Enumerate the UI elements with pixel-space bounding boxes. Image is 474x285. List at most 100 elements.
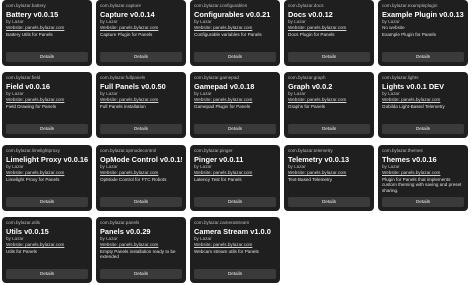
plugin-title: Telemetry v0.0.13 — [288, 154, 350, 164]
details-button[interactable]: Details — [194, 268, 276, 279]
plugin-title: Themes v0.0.16 — [382, 154, 437, 164]
plugin-website-link[interactable]: Website: panels.bylazar.com — [6, 97, 88, 103]
details-button[interactable]: Details — [6, 196, 88, 207]
plugin-card: com.bylazar.limelightproxy Limelight Prox… — [2, 144, 92, 211]
plugin-website-link[interactable]: Website: panels.bylazar.com — [382, 97, 464, 103]
plugin-description: Field Drawing for Panels — [6, 104, 57, 110]
plugin-package: com.bylazar.exampleplugin — [382, 3, 438, 8]
plugin-description: Graphs for Panels — [288, 104, 326, 110]
plugin-website-link[interactable]: Website: panels.bylazar.com — [382, 170, 464, 176]
details-button[interactable]: Details — [194, 124, 276, 135]
plugin-package: com.bylazar.capture — [100, 3, 142, 8]
plugin-website-link[interactable]: Website: panels.bylazar.com — [288, 170, 370, 176]
plugin-package: com.bylazar.gamepad — [194, 75, 239, 81]
plugin-title: Panels v0.0.29 — [100, 226, 151, 236]
details-button[interactable]: Details — [100, 52, 182, 62]
plugin-package: com.bylazar.graph — [288, 75, 326, 81]
plugin-website-link[interactable]: Website: panels.bylazar.com — [194, 25, 276, 31]
plugin-description: Plugin for Panels that implements custom… — [382, 176, 462, 193]
plugin-website-link[interactable]: Website: panels.bylazar.com — [100, 170, 182, 176]
plugin-package: com.bylazar.docs — [288, 3, 324, 8]
plugin-website-link[interactable]: Website: panels.bylazar.com — [194, 97, 276, 103]
details-button[interactable]: Details — [288, 124, 370, 135]
plugin-package: com.bylazar.camerastream — [194, 219, 250, 225]
plugin-website-link[interactable]: Website: panels.bylazar.com — [6, 170, 88, 176]
plugin-card: com.bylazar.fullpanels Full Panels v0.0.5… — [96, 72, 186, 139]
plugin-description: Gamepad Plugin for Panels — [194, 104, 251, 110]
details-button[interactable]: Details — [6, 268, 88, 279]
details-button[interactable]: Details — [382, 52, 464, 62]
plugin-grid: com.bylazar.battery Battery v0.0.15 by Laz… — [0, 0, 474, 285]
details-button[interactable]: Details — [6, 124, 88, 135]
plugin-package: com.bylazar.limelightproxy — [6, 147, 60, 153]
plugin-card: com.bylazar.gamepad Gamepad v0.0.18 by Laz… — [190, 72, 280, 139]
plugin-website-link[interactable]: Website: panels.bylazar.com — [100, 242, 182, 248]
plugin-description: Webcam stream utils for Panels — [194, 248, 259, 254]
details-button[interactable]: Details — [194, 52, 276, 62]
plugin-card: com.bylazar.panels Panels v0.0.29 by Lazar… — [96, 216, 186, 283]
plugin-description: Text-Based Telemetry — [288, 176, 333, 182]
plugin-card: com.bylazar.camerastream Camera Stream v1… — [190, 216, 280, 283]
plugin-card: com.bylazar.graph Graph v0.0.2 by Lazar Web… — [284, 72, 374, 139]
plugin-card: com.bylazar.themes Themes v0.0.16 by Lazar… — [378, 144, 468, 211]
plugin-title: Gamepad v0.0.18 — [194, 82, 255, 92]
plugin-description: Empty Panels installation ready to be ex… — [100, 248, 176, 260]
details-button[interactable]: Details — [382, 196, 464, 207]
plugin-card: com.bylazar.lights Lights v0.0.1 DEV by La… — [378, 72, 468, 139]
details-button[interactable]: Details — [288, 196, 370, 207]
plugin-card: com.bylazar.docs Docs v0.0.12 by Lazar Webs… — [284, 0, 374, 66]
plugin-package: com.bylazar.lights — [382, 75, 419, 81]
plugin-title: Graph v0.0.2 — [288, 82, 333, 92]
plugin-description: Battery Utils for Panels — [6, 32, 53, 37]
plugin-package: com.bylazar.fullpanels — [100, 75, 146, 81]
details-button[interactable]: Details — [100, 196, 182, 207]
details-button[interactable]: Details — [382, 124, 464, 135]
plugin-package: com.bylazar.themes — [382, 147, 423, 153]
plugin-title: Camera Stream v1.0.0 — [194, 226, 271, 236]
plugin-package: com.bylazar.pinger — [194, 147, 233, 153]
plugin-website-link[interactable]: Website: panels.bylazar.com — [100, 25, 182, 31]
plugin-description: Capture Plugin for Panels — [100, 32, 153, 37]
details-button[interactable]: Details — [6, 52, 88, 62]
plugin-card: com.bylazar.opmodecontrol OpMode Control … — [96, 144, 186, 211]
plugin-website-link[interactable]: Website: panels.bylazar.com — [6, 242, 88, 248]
plugin-website-link[interactable]: Website: panels.bylazar.com — [288, 25, 370, 31]
plugin-title: Full Panels v0.0.50 — [100, 82, 166, 92]
plugin-website-link[interactable]: Website: panels.bylazar.com — [288, 97, 370, 103]
plugin-card: com.bylazar.battery Battery v0.0.15 by Laz… — [2, 0, 92, 66]
plugin-website-link[interactable]: Website: panels.bylazar.com — [194, 242, 276, 248]
plugin-description: OpMode Control for FTC Robots — [100, 176, 167, 182]
plugin-package: com.bylazar.field — [6, 75, 41, 81]
details-button[interactable]: Details — [100, 268, 182, 279]
plugin-card: com.bylazar.utils Utils v0.0.15 by Lazar We… — [2, 216, 92, 283]
plugin-card: com.bylazar.telemetry Telemetry v0.0.13 by… — [284, 144, 374, 211]
plugin-card: com.bylazar.field Field v0.0.16 by Lazar We… — [2, 72, 92, 139]
plugin-description: Example Plugin for Panels — [382, 32, 436, 37]
plugin-website-link[interactable]: Website: panels.bylazar.com — [6, 25, 88, 31]
details-button[interactable]: Details — [288, 52, 370, 62]
plugin-description: Full Panels installation — [100, 104, 146, 110]
plugin-package: com.bylazar.battery — [6, 3, 46, 8]
plugin-title: Capture v0.0.14 — [100, 10, 155, 19]
plugin-website-link[interactable]: Website: panels.bylazar.com — [194, 170, 276, 176]
plugin-package: com.bylazar.opmodecontrol — [100, 147, 157, 153]
plugin-card: com.bylazar.exampleplugin Example Plugin … — [378, 0, 468, 66]
plugin-title: Lights v0.0.1 DEV — [382, 82, 445, 92]
details-button[interactable]: Details — [194, 196, 276, 207]
plugin-package: com.bylazar.panels — [100, 219, 140, 225]
plugin-description: Utils for Panels — [6, 248, 37, 254]
plugin-description: Configurable variables for Panels — [194, 32, 262, 37]
plugin-website-link: No website — [382, 25, 405, 30]
plugin-title: Battery v0.0.15 — [6, 10, 59, 19]
plugin-description: Docs Plugin for Panels — [288, 32, 335, 37]
plugin-title: Field v0.0.16 — [6, 82, 50, 92]
plugin-package: com.bylazar.telemetry — [288, 147, 333, 153]
plugin-title: Configurables v0.0.21 — [194, 10, 271, 19]
plugin-website-link[interactable]: Website: panels.bylazar.com — [100, 97, 182, 103]
details-button[interactable]: Details — [100, 124, 182, 135]
plugin-card: com.bylazar.configurables Configurables v… — [190, 0, 280, 66]
plugin-package: com.bylazar.configurables — [194, 3, 248, 8]
plugin-description: Gobilda Light-Based Telemetry — [382, 104, 445, 110]
plugin-description: Latency Test for Panels — [194, 176, 242, 182]
plugin-title: OpMode Control v0.0.15 — [100, 154, 182, 164]
